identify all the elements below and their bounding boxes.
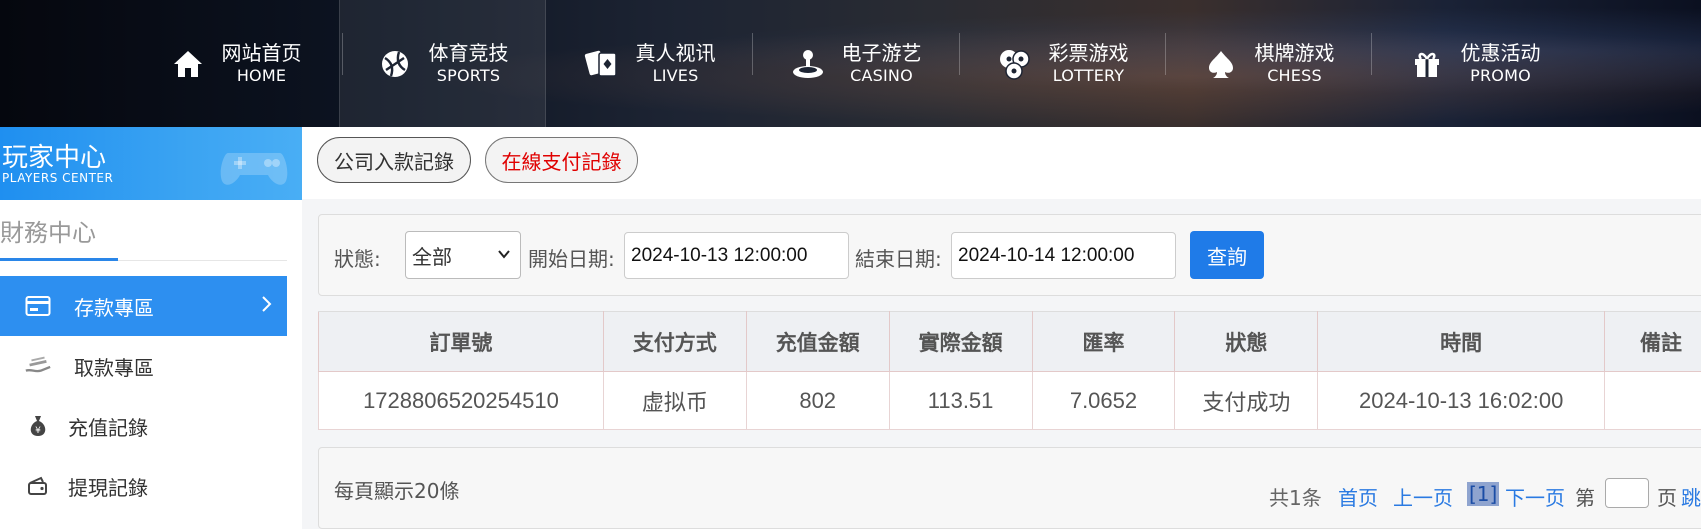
nav-label-en: CASINO: [850, 66, 913, 85]
next-page-link[interactable]: 下一页: [1505, 482, 1565, 511]
players-center-subtitle: PLAYERS CENTER: [2, 171, 114, 185]
sidebar-item-label: 充值記錄: [68, 415, 148, 440]
nav-chess[interactable]: 棋牌游戏 CHESS: [1165, 0, 1372, 127]
column-header: 充值金額: [745, 311, 890, 372]
page-number-input[interactable]: [1605, 478, 1649, 508]
cards-icon: [584, 46, 620, 82]
exchange-rate-cell: 7.0652: [1031, 371, 1176, 430]
sidebar-item-withdraw-record[interactable]: 提現記錄: [0, 456, 287, 516]
start-date-label: 開始日期:: [528, 247, 615, 271]
column-header: 備註: [1604, 311, 1701, 372]
nav-label-en: LIVES: [652, 66, 699, 85]
query-button[interactable]: 查詢: [1190, 231, 1264, 279]
table-header-row: 訂單號 支付方式 充值金額 實際金額 匯率 狀態 時間 備註: [318, 311, 1701, 372]
tab-online-payment-records[interactable]: 在線支付記錄: [485, 137, 638, 183]
first-page-link[interactable]: 首页: [1338, 482, 1378, 511]
joystick-icon: [790, 46, 826, 82]
gamepad-icon: [220, 153, 288, 185]
sidebar-item-label: 提現記錄: [68, 475, 148, 500]
active-underline: [0, 258, 118, 261]
nav-home[interactable]: 网站首页 HOME: [132, 0, 339, 127]
nav-label-en: PROMO: [1470, 66, 1531, 85]
home-icon: [170, 46, 206, 82]
records-table: 訂單號 支付方式 充值金額 實際金額 匯率 狀態 時間 備註 172880652…: [318, 311, 1701, 430]
actual-amount-cell: 113.51: [888, 371, 1033, 430]
finance-center-title: 財務中心: [0, 219, 96, 247]
tab-company-deposit-records[interactable]: 公司入款記錄: [317, 137, 471, 183]
top-nav: 网站首页 HOME 体育竞技 SPORTS 真人视讯 LIVES 电子游艺 CASINO…: [0, 0, 1701, 127]
payment-method-cell: 虚拟币: [602, 371, 747, 430]
spade-icon: [1203, 46, 1239, 82]
gift-icon: [1409, 46, 1445, 82]
nav-label-cn: 彩票游戏: [1048, 41, 1129, 65]
sidebar: 玩家中心 PLAYERS CENTER 財務中心 存款專區 取款專區 ¥ 充值記…: [0, 127, 302, 529]
nav-promo[interactable]: 优惠活动 PROMO: [1371, 0, 1578, 127]
nav-label-en: LOTTERY: [1052, 66, 1125, 85]
nav-label-cn: 真人视讯: [635, 41, 716, 65]
sidebar-item-withdraw[interactable]: 取款專區: [0, 336, 287, 396]
recharge-amount-cell: 802: [745, 371, 890, 430]
order-number-cell: 1728806520254510: [318, 371, 604, 430]
status-label: 狀態:: [334, 247, 381, 271]
sidebar-item-label: 取款專區: [74, 355, 154, 380]
end-date-input[interactable]: [951, 232, 1176, 279]
column-header: 匯率: [1031, 311, 1176, 372]
players-center-title: 玩家中心: [2, 143, 107, 173]
column-header: 時間: [1317, 311, 1606, 372]
nav-label-en: CHESS: [1267, 66, 1322, 85]
lottery-balls-icon: [997, 46, 1033, 82]
chevron-right-icon: [262, 296, 272, 312]
nav-label-cn: 优惠活动: [1460, 41, 1541, 65]
start-date-input[interactable]: [624, 232, 849, 279]
money-bag-icon: ¥: [24, 412, 52, 440]
players-center-banner: 玩家中心 PLAYERS CENTER: [0, 127, 302, 200]
ball-icon: [377, 46, 413, 82]
column-header: 訂單號: [318, 311, 604, 372]
nav-label-cn: 棋牌游戏: [1254, 41, 1335, 65]
per-page-text: 每頁顯示20條: [334, 479, 460, 503]
nav-label-cn: 网站首页: [221, 41, 302, 65]
svg-text:¥: ¥: [35, 426, 41, 436]
nav-label-en: HOME: [236, 66, 287, 85]
main-content: 公司入款記錄 在線支付記錄 狀態: 全部 開始日期: 結束日期: 查詢 訂單號 …: [302, 127, 1701, 529]
hand-coin-icon: [24, 352, 52, 380]
prev-page-link[interactable]: 上一页: [1393, 482, 1453, 511]
jump-link[interactable]: 跳: [1681, 482, 1701, 511]
status-cell: 支付成功: [1174, 371, 1319, 430]
column-header: 支付方式: [602, 311, 747, 372]
nav-label-cn: 体育竞技: [428, 41, 509, 65]
column-header: 狀態: [1174, 311, 1319, 372]
nav-label-cn: 电子游艺: [841, 41, 922, 65]
page-prefix: 第: [1575, 486, 1595, 510]
status-select-value: 全部: [412, 244, 452, 269]
time-cell: 2024-10-13 16:02:00: [1317, 371, 1606, 430]
wallet-icon: [24, 472, 52, 500]
total-count: 共1条: [1269, 486, 1322, 510]
card-icon: [24, 292, 52, 320]
current-page: [1]: [1467, 482, 1500, 506]
status-select[interactable]: 全部: [405, 231, 521, 279]
sidebar-item-label: 存款專區: [74, 295, 154, 320]
filter-bar: 狀態: 全部 開始日期: 結束日期: 查詢: [318, 214, 1701, 296]
nav-lives[interactable]: 真人视讯 LIVES: [546, 0, 753, 127]
chevron-down-icon: [498, 250, 510, 259]
nav-label-en: SPORTS: [436, 66, 501, 85]
nav-casino[interactable]: 电子游艺 CASINO: [752, 0, 959, 127]
nav-sports[interactable]: 体育竞技 SPORTS: [339, 0, 546, 127]
remark-cell: [1604, 371, 1701, 430]
sidebar-item-recharge-record[interactable]: ¥ 充值記錄: [0, 396, 287, 456]
pagination-bar: 每頁顯示20條 共1条 首页 上一页 [1] 下一页 第 页 跳: [318, 447, 1701, 529]
column-header: 實際金額: [888, 311, 1033, 372]
table-row: 1728806520254510 虚拟币 802 113.51 7.0652 支…: [318, 371, 1701, 430]
end-date-label: 結束日期:: [855, 247, 942, 271]
page-suffix: 页: [1657, 486, 1677, 510]
nav-lottery[interactable]: 彩票游戏 LOTTERY: [959, 0, 1166, 127]
record-tabs: 公司入款記錄 在線支付記錄: [302, 127, 1701, 199]
sidebar-item-deposit[interactable]: 存款專區: [0, 276, 287, 336]
